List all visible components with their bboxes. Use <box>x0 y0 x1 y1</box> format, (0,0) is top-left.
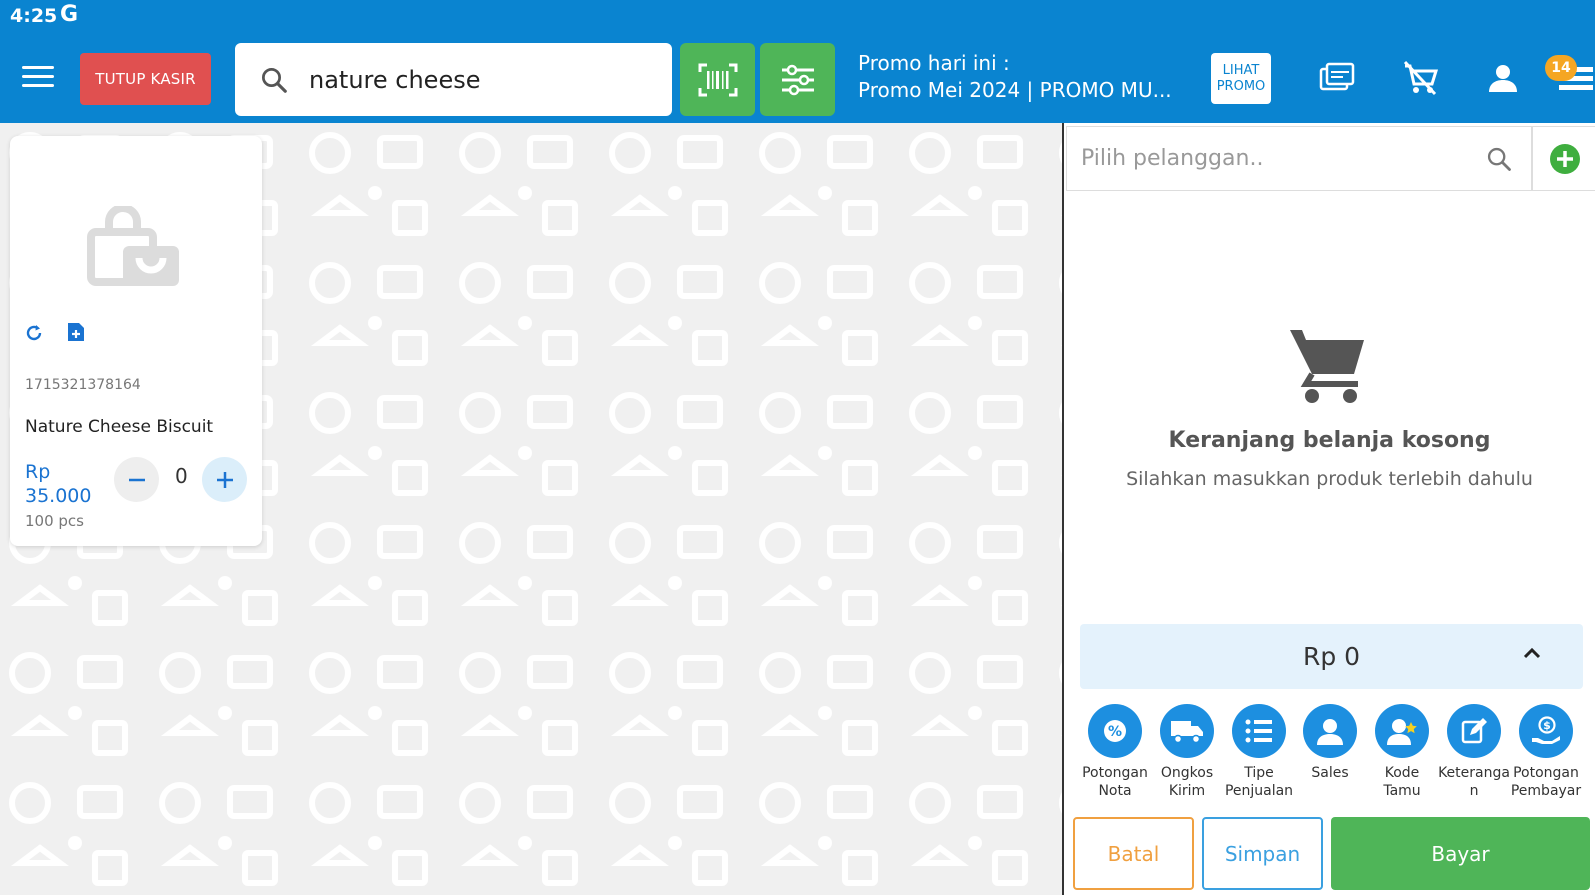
edit-note-icon <box>1447 704 1501 758</box>
action-label-2: n <box>1469 783 1479 799</box>
refresh-icon[interactable] <box>24 323 44 343</box>
add-customer-button[interactable] <box>1532 126 1595 191</box>
list-icon <box>1232 704 1286 758</box>
product-card[interactable]: 1715321378164 Nature Cheese Biscuit Rp 3… <box>10 136 262 546</box>
guest-star-icon <box>1375 704 1429 758</box>
action-label-2: Kirim <box>1168 783 1206 799</box>
keterangan-button[interactable]: Keteranga n <box>1438 704 1510 800</box>
sales-button[interactable]: Sales <box>1294 704 1366 782</box>
promo-text[interactable]: Promo Mei 2024 | PROMO MU... <box>858 78 1172 102</box>
cart-cancel-icon[interactable] <box>1400 58 1440 98</box>
svg-text:$: $ <box>1543 719 1551 732</box>
tipe-penjualan-button[interactable]: Tipe Penjualan <box>1223 704 1295 800</box>
action-label-1: Potongan <box>1513 765 1579 781</box>
search-icon <box>1487 147 1511 171</box>
action-label-2: Nota <box>1098 783 1132 799</box>
top-app-bar: 4:25 G TUTUP KASIR nature cheese Promo h… <box>0 0 1595 123</box>
action-label-1: Tipe <box>1244 765 1274 781</box>
tutup-kasir-button[interactable]: TUTUP KASIR <box>80 53 211 105</box>
wallet-icon[interactable] <box>1317 58 1357 98</box>
status-time: 4:25 <box>10 5 58 27</box>
increase-qty-button[interactable] <box>202 457 247 502</box>
qty-value: 0 <box>175 464 188 488</box>
lihat-promo-button[interactable]: LIHAT PROMO <box>1211 53 1271 104</box>
plus-icon <box>216 471 233 488</box>
order-count-badge: 14 <box>1545 55 1577 81</box>
potongan-pembayaran-button[interactable]: $ Potongan Pembayar <box>1510 704 1582 800</box>
add-circle-icon <box>1549 143 1580 174</box>
truck-icon <box>1160 704 1214 758</box>
customer-select-input[interactable]: Pilih pelanggan.. <box>1066 126 1532 191</box>
action-label-1: Kode <box>1384 765 1420 781</box>
lihat-promo-label-2: PROMO <box>1216 78 1266 94</box>
barcode-icon <box>698 63 737 96</box>
customer-placeholder: Pilih pelanggan.. <box>1081 146 1264 171</box>
filter-button[interactable] <box>760 43 835 116</box>
user-icon[interactable] <box>1483 58 1523 98</box>
action-label-1: Sales <box>1311 765 1349 781</box>
add-note-icon[interactable] <box>67 322 85 342</box>
svg-text:%: % <box>1108 724 1122 740</box>
action-label-1: Ongkos <box>1160 765 1214 781</box>
kode-tamu-button[interactable]: Kode Tamu <box>1366 704 1438 800</box>
product-stock: 100 pcs <box>25 512 84 530</box>
filter-icon <box>781 64 814 95</box>
percent-tag-icon: % <box>1088 704 1142 758</box>
person-icon <box>1303 704 1357 758</box>
search-value: nature cheese <box>309 65 481 94</box>
empty-cart-title: Keranjang belanja kosong <box>1168 428 1491 453</box>
google-logo: G <box>60 2 79 27</box>
menu-icon[interactable] <box>22 66 54 90</box>
cart-total-bar[interactable]: Rp 0 <box>1080 624 1583 689</box>
product-price: Rp 35.000 <box>25 460 91 508</box>
minus-icon <box>128 478 145 481</box>
product-name: Nature Cheese Biscuit <box>25 417 214 437</box>
search-input[interactable]: nature cheese <box>235 43 672 116</box>
promo-title: Promo hari ini : <box>858 51 1010 75</box>
empty-cart-subtitle: Silahkan masukkan produk terlebih dahulu <box>1126 468 1533 490</box>
simpan-button[interactable]: Simpan <box>1202 817 1323 890</box>
action-label-1: Potongan <box>1082 765 1148 781</box>
cart-total-amount: Rp 0 <box>1302 642 1361 671</box>
action-label-2: Penjualan <box>1224 783 1294 799</box>
action-label-2: Tamu <box>1383 783 1421 799</box>
batal-button[interactable]: Batal <box>1073 817 1194 890</box>
ongkos-kirim-button[interactable]: Ongkos Kirim <box>1151 704 1223 800</box>
product-sku: 1715321378164 <box>25 377 141 393</box>
lihat-promo-label-1: LIHAT <box>1222 62 1260 78</box>
chevron-up-icon[interactable] <box>1521 642 1543 664</box>
empty-cart-icon <box>1290 330 1364 403</box>
decrease-qty-button[interactable] <box>114 457 159 502</box>
potongan-nota-button[interactable]: % Potongan Nota <box>1079 704 1151 800</box>
price-currency: Rp <box>25 461 51 483</box>
barcode-scan-button[interactable] <box>680 43 755 116</box>
action-label-1: Keteranga <box>1438 765 1510 781</box>
action-label-2: Pembayar <box>1510 783 1582 799</box>
product-placeholder-icon <box>87 206 179 286</box>
hand-coin-icon: $ <box>1519 704 1573 758</box>
search-icon <box>262 67 287 93</box>
bayar-button[interactable]: Bayar <box>1331 817 1590 890</box>
price-value: 35.000 <box>25 485 92 507</box>
